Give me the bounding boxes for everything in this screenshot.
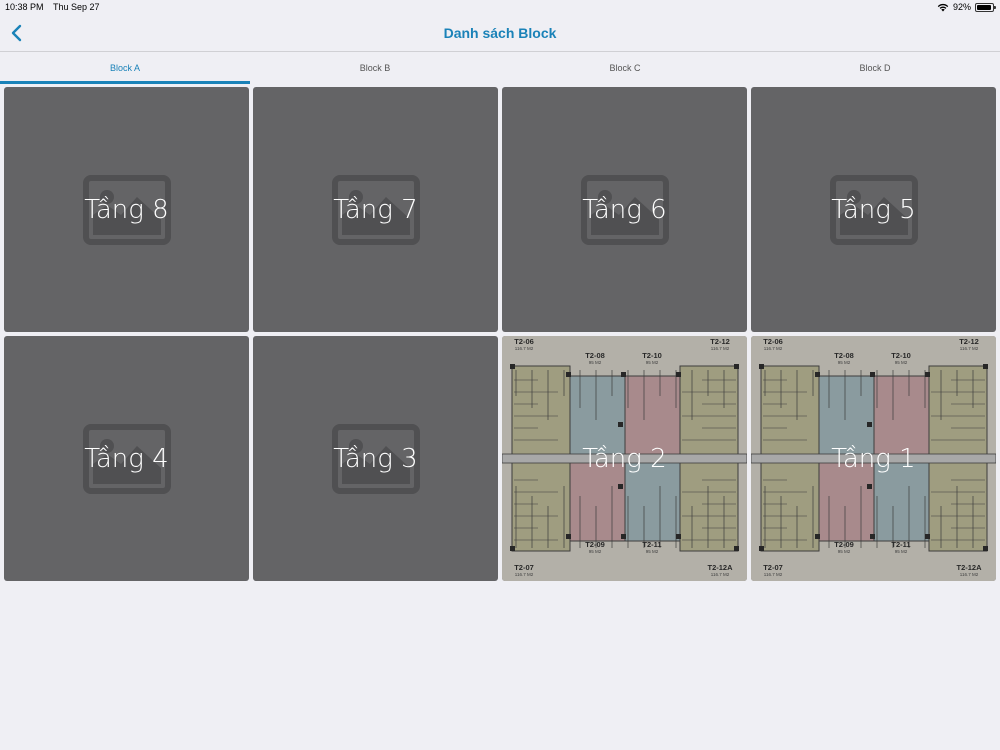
floor-label: Tầng 6: [582, 194, 667, 225]
status-time: 10:38 PM: [5, 2, 44, 12]
floor-tile[interactable]: Tầng 4: [4, 336, 249, 581]
floor-label: Tầng 7: [333, 194, 418, 225]
nav-bar: Danh sách Block: [0, 16, 1000, 52]
floor-tile[interactable]: Tầng 8: [4, 87, 249, 332]
floor-label: Tầng 5: [831, 194, 916, 225]
floor-label: Tầng 4: [84, 443, 169, 474]
tab-block-c[interactable]: Block C: [500, 52, 750, 84]
floor-label: Tầng 8: [84, 194, 169, 225]
floor-tile[interactable]: Tầng 3: [253, 336, 498, 581]
floor-tile[interactable]: Tầng 5: [751, 87, 996, 332]
tab-block-b[interactable]: Block B: [250, 52, 500, 84]
page-title: Danh sách Block: [443, 25, 557, 41]
floor-tile[interactable]: Tầng 7: [253, 87, 498, 332]
block-tabs: Block A Block B Block C Block D: [0, 52, 1000, 84]
status-bar: 10:38 PM Thu Sep 27 92%: [0, 0, 1000, 16]
status-date: Thu Sep 27: [53, 2, 100, 12]
tab-block-d[interactable]: Block D: [750, 52, 1000, 84]
floor-label: Tầng 2: [582, 443, 667, 474]
floor-grid: Tầng 8 Tầng 7 Tầng 6 Tầng 5 Tầng 4 Tầng 3 T2-0…: [4, 87, 998, 581]
wifi-icon: [937, 3, 949, 11]
status-right: 92%: [937, 2, 996, 12]
battery-percent: 92%: [952, 2, 971, 12]
floor-tile[interactable]: Tầng 6: [502, 87, 747, 332]
floor-tile[interactable]: T2-06 116.7 M2 T2-08 95 M2 T2-10 95 M2 T2-12 11…: [751, 336, 996, 581]
tab-block-a[interactable]: Block A: [0, 52, 250, 84]
floor-label: Tầng 1: [831, 443, 916, 474]
floor-tile[interactable]: T2-06 116.7 M2 T2-08 95 M2 T2-10 95 M2 T2-12 11…: [502, 336, 747, 581]
battery-icon: [975, 2, 996, 12]
floor-label: Tầng 3: [333, 443, 418, 474]
